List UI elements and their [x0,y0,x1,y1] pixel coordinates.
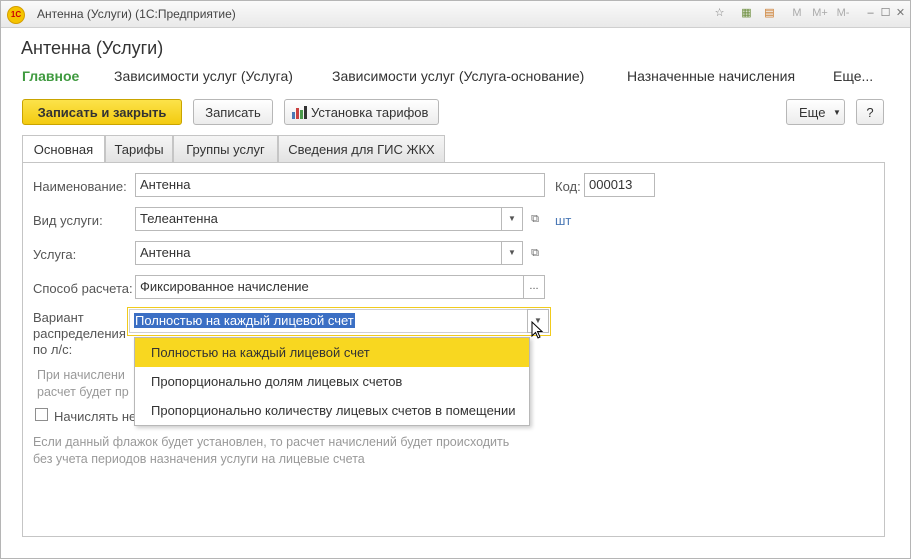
close-icon[interactable]: ✕ [893,6,908,21]
calc-method-select-button[interactable]: ... [523,275,545,299]
app-window: 1С Антенна (Услуги) (1С:Предприятие) ☆ ▦… [0,0,911,559]
nav-assigned-charges[interactable]: Назначенные начисления [627,68,795,84]
chevron-down-icon: ▼ [833,108,841,117]
memory-minus-button[interactable]: M- [833,6,853,21]
dropdown-option-count[interactable]: Пропорционально количеству лицевых счето… [135,396,529,425]
nav-main[interactable]: Главное [22,68,79,84]
1c-logo-icon: 1С [7,6,25,24]
name-label: Наименование: [33,179,127,194]
distribution-label-line2: распределения [33,326,126,341]
save-button[interactable]: Записать [193,99,273,125]
service-open-icon[interactable]: ⧉ [526,242,544,264]
title-bar: 1С Антенна (Услуги) (1С:Предприятие) ☆ ▦… [1,1,910,28]
distribution-label-line1: Вариант [33,310,84,325]
distribution-dropdown-list: Полностью на каждый лицевой счет Пропорц… [134,337,530,426]
calc-method-label: Способ расчета: [33,281,133,296]
more-button[interactable]: Еще ▼ [786,99,845,125]
code-label: Код: [555,179,581,194]
dropdown-option-shares[interactable]: Пропорционально долям лицевых счетов [135,367,529,396]
hint2-line2: без учета периодов назначения услуги на … [33,452,365,466]
tab-service-groups[interactable]: Группы услуг [173,135,278,163]
help-button[interactable]: ? [856,99,884,125]
window-title: Антенна (Услуги) (1С:Предприятие) [37,7,236,21]
tab-tariffs[interactable]: Тарифы [105,135,173,163]
service-type-label: Вид услуги: [33,213,103,228]
tab-main[interactable]: Основная [22,135,105,164]
minimize-icon[interactable]: – [863,6,878,21]
name-field[interactable]: Антенна [135,173,545,197]
service-label: Услуга: [33,247,77,262]
calculator-icon[interactable]: ▦ [739,6,754,21]
hint1-line2: расчет будет пр [37,385,129,399]
favorite-icon[interactable]: ☆ [712,6,727,21]
charge-checkbox[interactable] [35,408,48,421]
mouse-cursor-icon [531,321,544,339]
service-dropdown-button[interactable]: ▼ [501,241,523,265]
maximize-icon[interactable]: ☐ [878,6,893,21]
more-label: Еще [799,105,826,120]
service-type-field[interactable]: Телеантенна [135,207,523,231]
code-field[interactable]: 000013 [584,173,655,197]
tab-gis-info[interactable]: Сведения для ГИС ЖКХ [278,135,445,163]
nav-more[interactable]: Еще... [833,68,873,84]
chart-icon [292,106,307,119]
memory-m-button[interactable]: M [790,6,804,21]
hint2-line1: Если данный флажок будет установлен, то … [33,435,510,449]
checkbox-label: Начислять не [54,409,137,424]
calendar-icon[interactable]: ▤ [762,6,777,21]
distribution-field[interactable]: Полностью на каждый лицевой счет [129,309,549,333]
set-tariffs-button[interactable]: Установка тарифов [284,99,439,125]
calc-method-field[interactable]: Фиксированное начисление [135,275,545,299]
nav-service-base-dependencies[interactable]: Зависимости услуг (Услуга-основание) [332,68,584,84]
service-type-dropdown-button[interactable]: ▼ [501,207,523,231]
dropdown-option-full[interactable]: Полностью на каждый лицевой счет [135,338,529,367]
set-tariffs-label: Установка тарифов [311,105,429,120]
hint1-line1: При начислени [37,368,125,382]
distribution-value: Полностью на каждый лицевой счет [134,313,355,328]
distribution-label-line3: по л/с: [33,342,73,357]
nav-service-dependencies[interactable]: Зависимости услуг (Услуга) [114,68,293,84]
save-and-close-button[interactable]: Записать и закрыть [22,99,182,125]
page-title: Антенна (Услуги) [21,38,164,58]
memory-plus-button[interactable]: M+ [809,6,831,21]
service-type-open-icon[interactable]: ⧉ [526,208,544,230]
service-field[interactable]: Антенна [135,241,523,265]
unit-link[interactable]: шт [555,213,571,228]
